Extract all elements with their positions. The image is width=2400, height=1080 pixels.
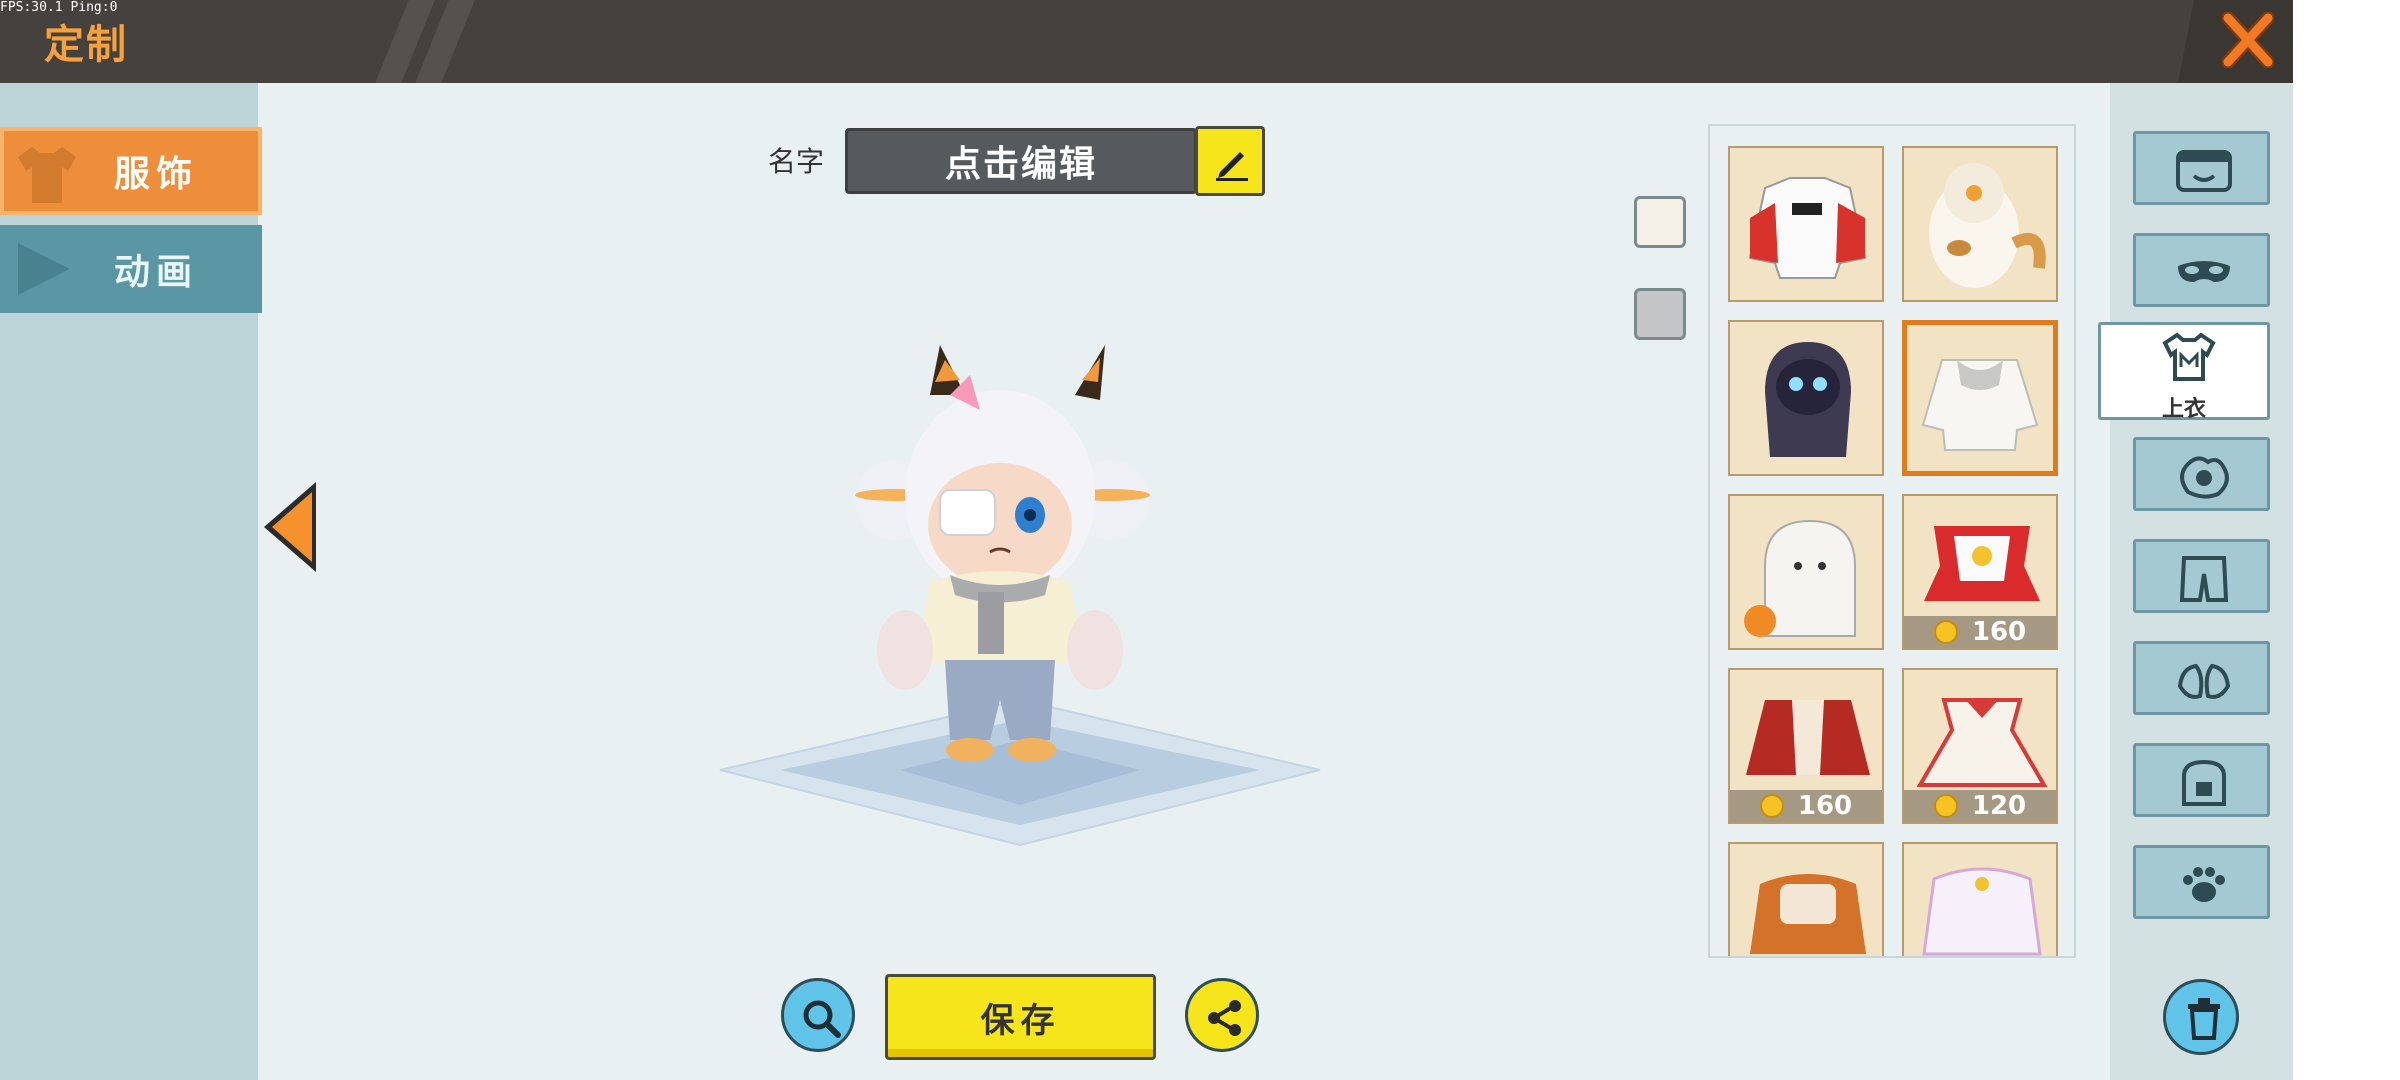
shoes-icon <box>2177 663 2231 699</box>
top-bar <box>0 0 2293 83</box>
item-price: 120 <box>1904 790 2056 822</box>
coin-icon <box>1759 794 1784 818</box>
screen-margin <box>2293 0 2400 1080</box>
item-grid[interactable]: 160 160 120 <box>1708 124 2076 958</box>
close-button[interactable] <box>2178 0 2293 83</box>
mask-icon <box>2178 261 2230 282</box>
item-price: 160 <box>1904 616 2056 648</box>
category-top-label: 上衣 <box>2161 397 2206 422</box>
tab-clothes[interactable]: 服饰 <box>0 127 262 215</box>
play-icon <box>18 243 70 295</box>
item-white-lace-dress[interactable] <box>1902 842 2058 956</box>
face-icon <box>2176 150 2232 192</box>
name-label: 名字 <box>768 145 825 178</box>
zoom-button[interactable] <box>781 978 855 1052</box>
item-ghost-costume[interactable] <box>1728 494 1884 650</box>
edit-name-button[interactable] <box>1195 126 1265 196</box>
item-price: 160 <box>1730 790 1882 822</box>
tab-clothes-label: 服饰 <box>113 154 198 195</box>
character-preview[interactable] <box>680 320 1360 860</box>
name-input[interactable]: 点击编辑 <box>845 128 1197 194</box>
pants-icon <box>2179 556 2229 602</box>
item-price-value: 160 <box>1797 791 1853 821</box>
tab-animation-label: 动画 <box>113 252 198 293</box>
category-shoes[interactable] <box>2133 641 2270 715</box>
knit-sweater-thumbnail <box>1921 359 2039 451</box>
item-knit-sweater[interactable] <box>1902 320 2058 476</box>
shirt-icon <box>18 147 76 203</box>
hooded-ghost-thumbnail <box>1765 342 1851 457</box>
tab-animation[interactable]: 动画 <box>0 225 262 313</box>
magnifier-icon <box>803 1000 841 1038</box>
category-backpack[interactable] <box>2133 743 2270 817</box>
rotate-left-arrow-icon[interactable] <box>260 478 322 576</box>
backpack-icon <box>2182 759 2226 806</box>
item-orange-outfit[interactable] <box>1728 842 1884 956</box>
item-jacket[interactable] <box>1728 146 1884 302</box>
coin-icon <box>1933 620 1958 644</box>
color-swatch-cream[interactable] <box>1634 196 1686 248</box>
item-cat-costume[interactable] <box>1902 146 2058 302</box>
ghost-costume-thumbnail <box>1744 519 1856 637</box>
share-button[interactable] <box>1185 978 1259 1052</box>
orange-outfit-thumbnail <box>1750 874 1866 954</box>
page-title: 定制 <box>44 22 128 68</box>
item-red-white-dress[interactable]: 120 <box>1902 668 2058 824</box>
category-pants[interactable] <box>2133 539 2270 613</box>
item-price-value: 160 <box>1971 617 2027 647</box>
category-face[interactable] <box>2133 131 2270 205</box>
item-price-value: 120 <box>1971 791 2027 821</box>
category-top[interactable]: 上衣 <box>2098 322 2270 422</box>
item-red-festival-outfit[interactable]: 160 <box>1902 494 2058 650</box>
jacket-thumbnail <box>1748 177 1867 279</box>
pencil-icon <box>1216 152 1248 181</box>
trash-icon <box>2188 998 2220 1040</box>
shirt-icon <box>2162 332 2216 381</box>
item-hooded-ghost[interactable] <box>1728 320 1884 476</box>
item-red-robe[interactable]: 160 <box>1728 668 1884 824</box>
color-swatch-gray[interactable] <box>1634 288 1686 340</box>
cat-costume-thumbnail <box>1929 163 2046 288</box>
close-icon <box>2222 12 2274 68</box>
category-gloves[interactable] <box>2133 437 2270 511</box>
category-mask[interactable] <box>2133 233 2270 307</box>
paw-icon <box>2183 867 2225 902</box>
gloves-icon <box>2180 456 2229 499</box>
delete-button[interactable] <box>2163 979 2239 1055</box>
white-lace-dress-thumbnail <box>1922 867 2042 956</box>
coin-icon <box>1933 794 1958 818</box>
share-icon <box>1208 1000 1241 1036</box>
category-pet[interactable] <box>2133 845 2270 919</box>
save-button[interactable]: 保存 <box>885 974 1156 1060</box>
